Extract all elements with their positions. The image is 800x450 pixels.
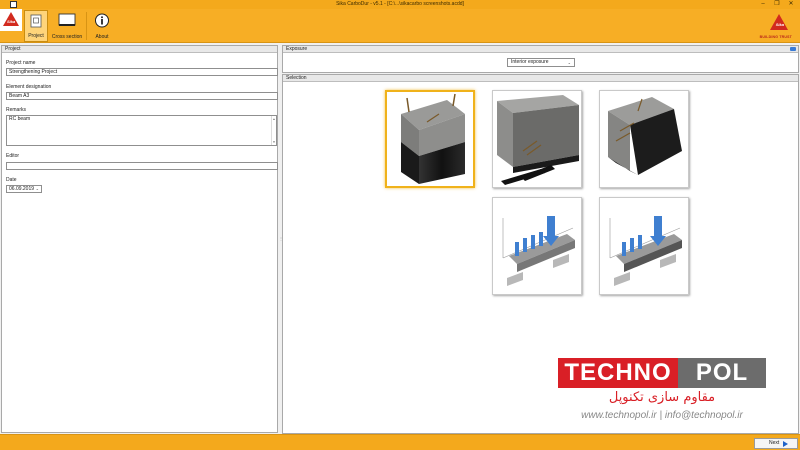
ribbon-separator [86,12,87,40]
ribbon-about-label: About [95,34,109,40]
beam-bottom-strip-icon [401,93,465,184]
editor-input[interactable] [6,162,278,170]
sika-logo: Sika [0,9,22,31]
selection-option-slab-strips-load[interactable] [492,197,582,295]
remarks-textarea[interactable]: RC beam ▲ ▼ [6,115,277,146]
chevron-down-icon: ⌄ [35,186,39,191]
window-title: Sika CarboDur - v5.1 - [C:\...\sikacarbo… [336,1,464,7]
technopol-logo: TECHNO POL [558,358,766,388]
remarks-scrollbar[interactable]: ▲ ▼ [271,116,276,145]
arrow-right-icon [783,441,788,447]
title-bar: Sika CarboDur - v5.1 - [C:\...\sikacarbo… [0,0,800,9]
close-button[interactable]: ✕ [784,0,798,9]
next-button[interactable]: Next [754,438,798,449]
exposure-select[interactable]: Interior exposure ⌄ [507,58,575,67]
editor-label: Editor [6,153,20,159]
ribbon-project-label: Project [28,33,44,39]
info-icon [95,13,109,28]
selection-panel-header: Selection [283,75,798,82]
technopol-persian-text: مقاوم سازی تکنوپل [608,390,716,405]
ribbon-cross-section-button[interactable]: Cross section [50,10,84,42]
bottom-bar: Next [0,434,800,450]
ribbon-toolbar: Sika Project Cross section About Sika BU… [0,9,800,43]
technopol-logo-right: POL [678,358,766,388]
remarks-label: Remarks [6,107,27,113]
exposure-selected-value: Interior exposure [511,59,549,65]
technopol-contact: www.technopol.ir | info@technopol.ir [581,410,743,421]
technopol-logo-left: TECHNO [558,358,678,388]
beam-bottom-laminates-icon [497,95,579,185]
slab-strips-load-alt-icon [609,216,682,286]
date-value: 06.09.2019 [9,186,35,192]
selection-option-slab-strips-load-alt[interactable] [599,197,689,295]
project-panel-header: Project [2,46,277,53]
selection-option-beam-bottom-laminates[interactable] [492,90,582,188]
remarks-text: RC beam [9,116,31,122]
exposure-panel-header: Exposure [283,46,798,53]
element-designation-input[interactable]: Beam A3 [6,92,278,100]
scroll-up-icon[interactable]: ▲ [272,116,276,122]
exposure-header-label: Exposure [286,46,308,52]
selection-option-beam-side-wrap[interactable] [599,90,689,188]
maximize-button[interactable]: ❐ [770,0,784,9]
help-icon[interactable] [790,47,796,51]
cross-section-icon [58,13,76,26]
project-name-input[interactable]: Strengthening Project [6,68,278,76]
selection-option-beam-bottom-strip[interactable] [385,90,475,188]
scroll-down-icon[interactable]: ▼ [272,139,276,145]
project-icon [30,14,42,28]
element-designation-label: Element designation [6,84,52,90]
slab-strips-load-icon [502,216,575,286]
chevron-down-icon: ⌄ [567,60,571,65]
beam-side-wrap-icon [608,97,682,175]
ribbon-cross-section-label: Cross section [51,34,83,40]
project-panel: Project Project name Strengthening Proje… [1,45,278,433]
ribbon-about-button[interactable]: About [89,10,115,42]
ribbon-project-button[interactable]: Project [24,10,48,42]
sika-brand-logo: Sika BUILDING TRUST [738,14,792,40]
project-name-label: Project name [6,60,36,66]
next-label: Next [769,440,780,446]
technopol-watermark: TECHNO POL مقاوم سازی تکنوپل www.technop… [552,358,772,428]
date-picker[interactable]: 06.09.2019 ⌄ [6,185,42,193]
minimize-button[interactable]: – [756,0,770,9]
date-label: Date [6,177,17,183]
exposure-panel: Exposure Interior exposure ⌄ [282,45,799,73]
